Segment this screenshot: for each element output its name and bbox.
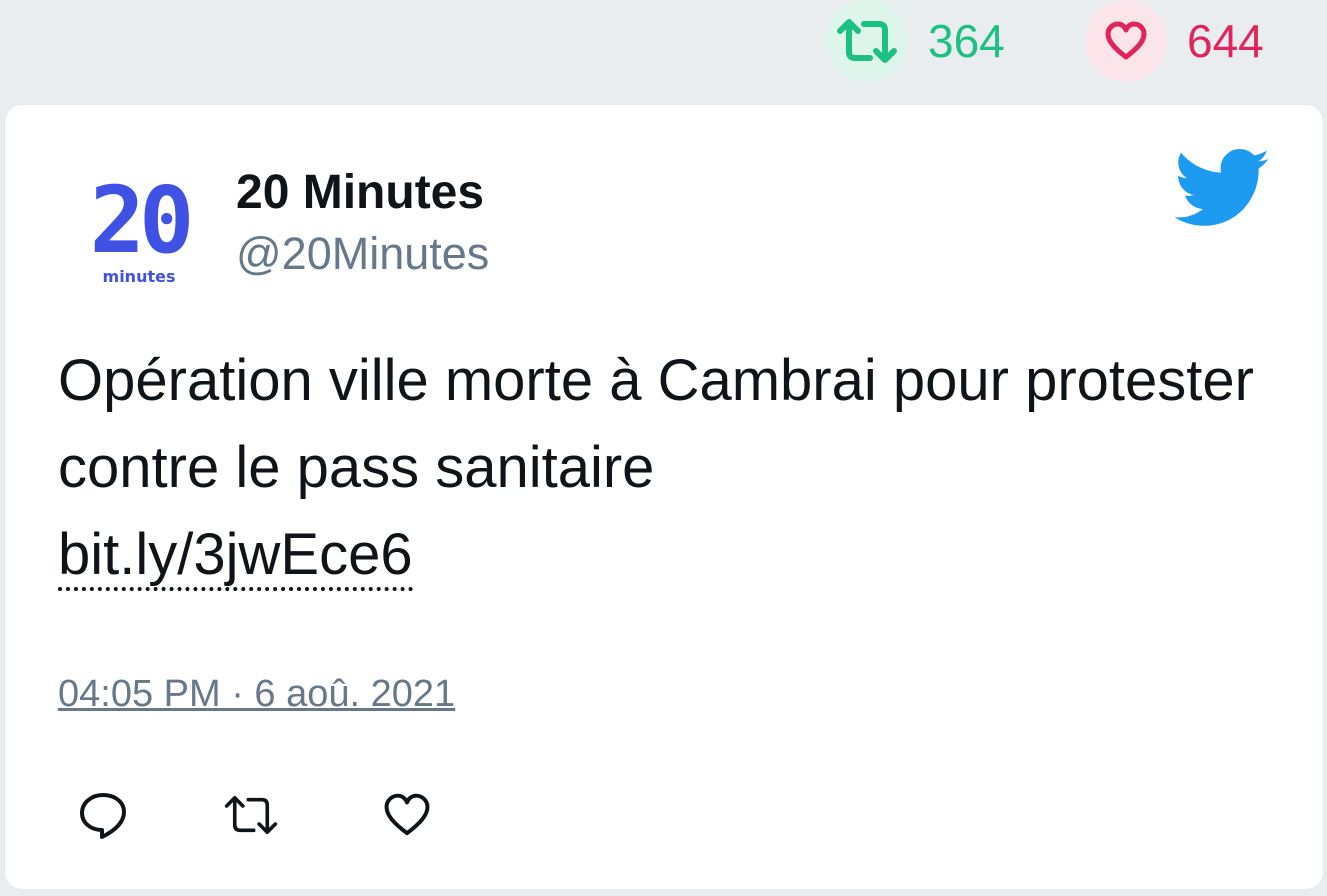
- heart-icon[interactable]: [1085, 0, 1167, 82]
- avatar[interactable]: 20 minutes: [59, 145, 219, 305]
- tweet-card: 20 minutes 20 Minutes @20Minutes Opérati…: [4, 104, 1324, 890]
- tweet-body: Opération ville morte à Cambrai pour pro…: [58, 337, 1258, 598]
- like-count: 644: [1187, 15, 1264, 67]
- reply-icon[interactable]: [75, 787, 131, 843]
- twitter-bird-icon[interactable]: [1174, 149, 1271, 229]
- author-name[interactable]: 20 Minutes: [236, 166, 484, 220]
- avatar-logo-word: minutes: [103, 267, 176, 286]
- tweet-text: Opération ville morte à Cambrai pour pro…: [58, 348, 1254, 500]
- tweet-actions: [75, 787, 475, 843]
- tweet-link[interactable]: bit.ly/3jwEce6: [58, 522, 413, 591]
- heart-icon[interactable]: [379, 787, 435, 843]
- tweet-timestamp[interactable]: 04:05 PM · 6 aoû. 2021: [58, 673, 455, 716]
- retweet-stat[interactable]: 364: [826, 0, 1005, 82]
- avatar-logo-number: 20: [90, 167, 189, 274]
- retweet-icon[interactable]: [826, 0, 908, 82]
- author-handle[interactable]: @20Minutes: [236, 229, 489, 279]
- retweet-count: 364: [928, 15, 1005, 67]
- like-stat[interactable]: 644: [1085, 0, 1264, 82]
- retweet-icon[interactable]: [223, 787, 279, 843]
- engagement-stats: 364 644: [0, 0, 1327, 102]
